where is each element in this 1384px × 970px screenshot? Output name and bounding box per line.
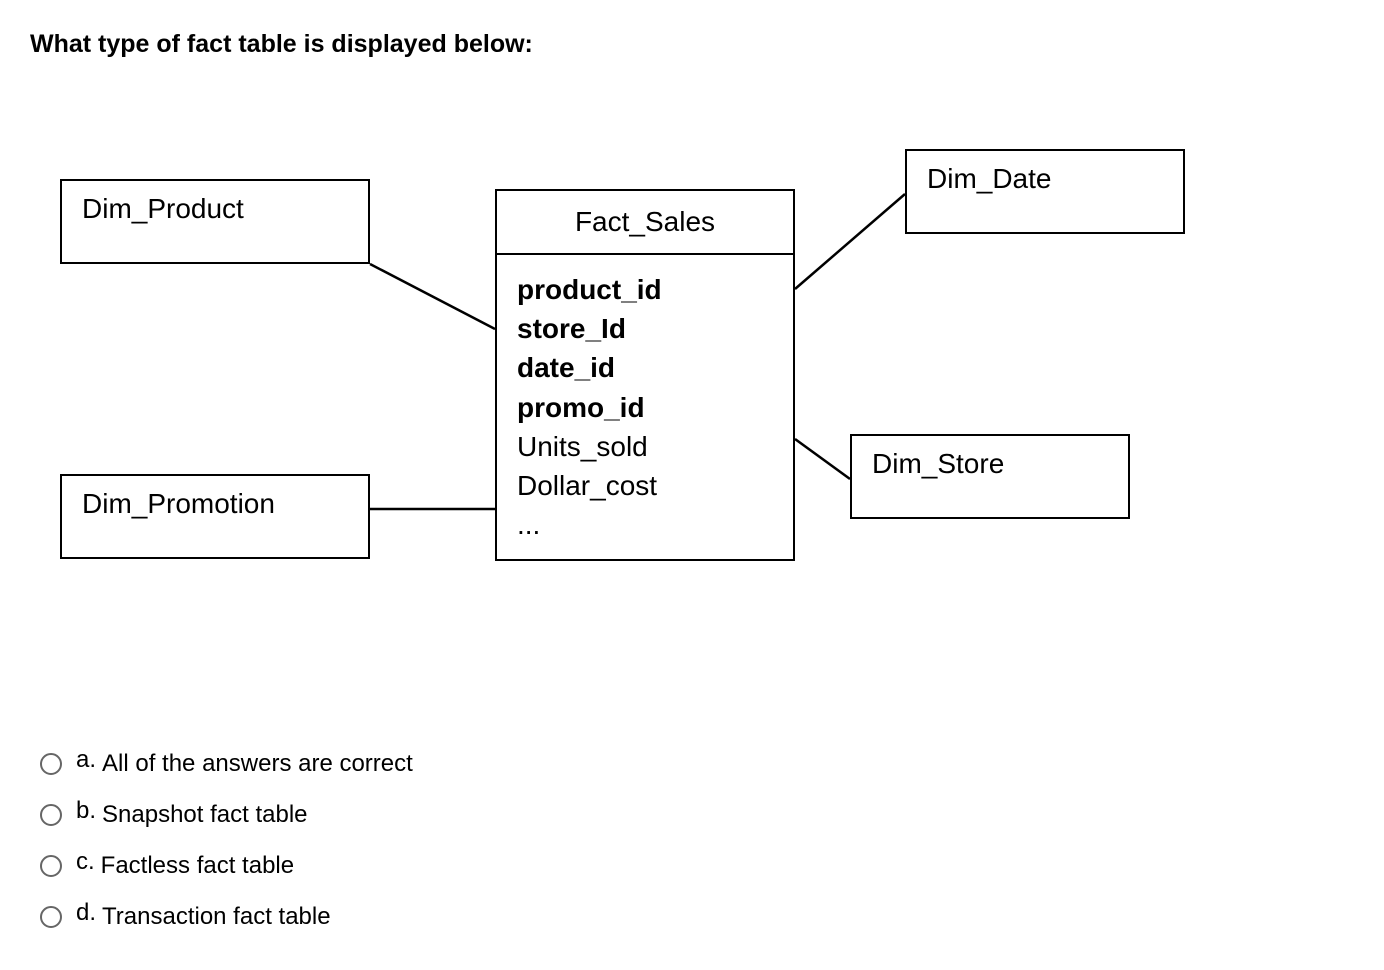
answer-option-b[interactable]: b. Snapshot fact table <box>40 800 1354 829</box>
answer-option-d[interactable]: d. Transaction fact table <box>40 902 1354 931</box>
fact-field: Dollar_cost <box>517 466 773 505</box>
question-text: What type of fact table is displayed bel… <box>30 30 1354 59</box>
fact-field: date_id <box>517 348 773 387</box>
fact-field-ellipsis: ... <box>517 505 773 544</box>
dim-store-box: Dim_Store <box>850 434 1130 519</box>
diagram-container: Dim_Product Dim_Promotion Dim_Date Dim_S… <box>30 149 1230 679</box>
option-text: Factless fact table <box>101 852 294 880</box>
option-letter: a. <box>76 746 96 774</box>
option-text: Snapshot fact table <box>102 801 307 829</box>
option-letter: d. <box>76 899 96 927</box>
answer-option-a[interactable]: a. All of the answers are correct <box>40 749 1354 778</box>
dim-promotion-box: Dim_Promotion <box>60 474 370 559</box>
fact-field: product_id <box>517 270 773 309</box>
radio-icon[interactable] <box>40 804 62 826</box>
radio-icon[interactable] <box>40 855 62 877</box>
dim-date-label: Dim_Date <box>927 163 1051 194</box>
fact-field: store_Id <box>517 309 773 348</box>
option-text: Transaction fact table <box>102 903 331 931</box>
dim-date-box: Dim_Date <box>905 149 1185 234</box>
fact-field: Units_sold <box>517 427 773 466</box>
option-text: All of the answers are correct <box>102 750 413 778</box>
fact-table-body: product_id store_Id date_id promo_id Uni… <box>497 255 793 559</box>
fact-field: promo_id <box>517 388 773 427</box>
answer-options-group: a. All of the answers are correct b. Sna… <box>30 749 1354 931</box>
dim-promotion-label: Dim_Promotion <box>82 488 275 519</box>
fact-table-box: Fact_Sales product_id store_Id date_id p… <box>495 189 795 561</box>
radio-icon[interactable] <box>40 906 62 928</box>
radio-icon[interactable] <box>40 753 62 775</box>
dim-product-box: Dim_Product <box>60 179 370 264</box>
answer-option-c[interactable]: c. Factless fact table <box>40 851 1354 880</box>
dim-store-label: Dim_Store <box>872 448 1004 479</box>
dim-product-label: Dim_Product <box>82 193 244 224</box>
fact-table-title: Fact_Sales <box>497 191 793 255</box>
option-letter: b. <box>76 797 96 825</box>
option-letter: c. <box>76 848 95 876</box>
